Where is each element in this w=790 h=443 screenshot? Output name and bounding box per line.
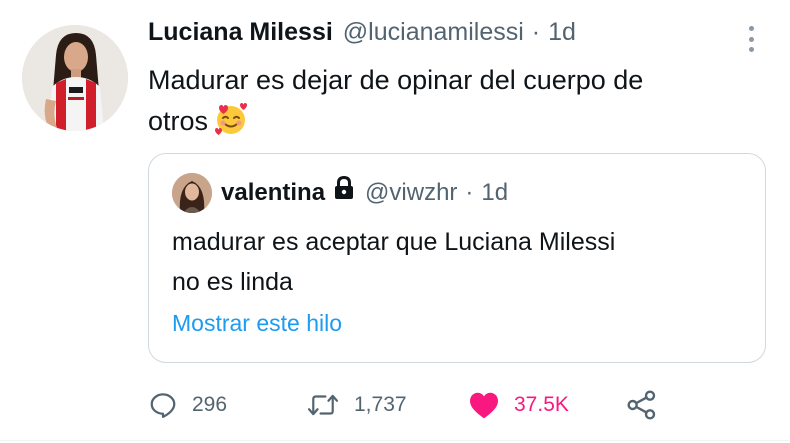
retweet-icon <box>307 394 339 416</box>
quoted-tweet[interactable]: valentina @viwzhr · 1d madurar es acepta… <box>148 153 766 363</box>
author-avatar-image <box>22 25 128 131</box>
quoted-header-separator: · <box>465 179 474 206</box>
show-thread-link[interactable]: Mostrar este hilo <box>172 310 342 337</box>
quoted-tweet-timestamp[interactable]: 1d <box>481 179 508 207</box>
author-handle[interactable]: @lucianamilessi <box>343 18 524 47</box>
reply-count: 296 <box>192 393 228 416</box>
retweet-button[interactable]: 1,737 <box>306 385 407 425</box>
tweet[interactable]: Luciana Milessi @lucianamilessi · 1d Mad… <box>0 0 790 443</box>
quoted-author-display-name[interactable]: valentina <box>221 179 325 207</box>
retweet-count: 1,737 <box>354 393 407 416</box>
quoted-author-avatar[interactable] <box>172 173 212 213</box>
lock-icon <box>333 175 355 205</box>
quoted-author-handle[interactable]: @viwzhr <box>365 179 457 207</box>
smiling-face-with-hearts-icon <box>214 102 248 148</box>
tweet-text-line-1: Madurar es dejar de opinar del cuerpo de <box>148 65 644 95</box>
share-icon <box>627 390 656 420</box>
author-avatar[interactable] <box>22 25 128 131</box>
author-display-name[interactable]: Luciana Milessi <box>148 18 333 47</box>
quoted-tweet-header: valentina @viwzhr · 1d <box>221 175 508 207</box>
more-options-icon[interactable] <box>744 26 758 52</box>
share-button[interactable] <box>626 385 658 425</box>
quoted-author-avatar-image <box>172 173 212 213</box>
quoted-tweet-text-line-1: madurar es aceptar que Luciana Milessi <box>172 228 616 256</box>
like-button[interactable]: 37.5K <box>468 385 569 425</box>
tweet-divider <box>0 440 790 441</box>
tweet-text: Madurar es dejar de opinar del cuerpo de… <box>148 60 758 148</box>
reply-icon <box>150 393 176 418</box>
header-separator: · <box>531 18 541 46</box>
tweet-text-line-2: otros <box>148 106 209 136</box>
quoted-tweet-text-line-2: no es linda <box>172 268 293 296</box>
tweet-header: Luciana Milessi @lucianamilessi · 1d <box>148 18 576 56</box>
heart-icon <box>470 392 498 419</box>
tweet-timestamp[interactable]: 1d <box>548 18 576 47</box>
reply-button[interactable]: 296 <box>148 385 227 425</box>
tweet-actions: 296 1,737 37.5K <box>148 385 768 425</box>
quoted-tweet-text: madurar es aceptar que Luciana Milessi n… <box>172 222 742 302</box>
like-count: 37.5K <box>514 393 569 416</box>
